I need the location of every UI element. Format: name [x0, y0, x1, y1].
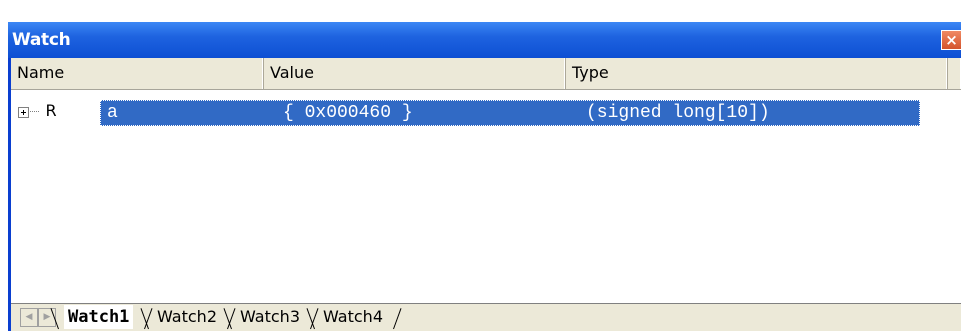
- column-header-filler: [948, 58, 961, 89]
- cell-value[interactable]: { 0x000460 }: [283, 102, 413, 124]
- column-header: Name Value Type: [11, 58, 961, 90]
- variable-kind-icon: R: [45, 101, 57, 120]
- arrow-right-icon: ▶: [43, 312, 51, 322]
- watch-list[interactable]: R a { 0x000460 } (signed long[10]): [11, 90, 961, 303]
- window-title: Watch: [12, 30, 71, 50]
- scroll-left-button[interactable]: ◀: [20, 308, 38, 327]
- tab-bar: ◀ ▶ Watch1 Watch2 Watch3 Watch4: [11, 303, 961, 331]
- arrow-left-icon: ◀: [25, 312, 33, 322]
- column-header-name[interactable]: Name: [11, 58, 264, 89]
- tree-connector: [30, 111, 39, 112]
- plus-box-icon[interactable]: [18, 107, 29, 118]
- title-bar[interactable]: Watch ×: [8, 22, 961, 58]
- tab-watch1[interactable]: Watch1: [64, 305, 134, 329]
- tab-watch2[interactable]: Watch2: [157, 305, 217, 329]
- cell-type: (signed long[10]): [586, 103, 770, 123]
- column-header-value[interactable]: Value: [264, 58, 566, 89]
- tab-watch4[interactable]: Watch4: [323, 305, 383, 329]
- cell-name[interactable]: a: [107, 102, 118, 124]
- close-button[interactable]: ×: [941, 30, 961, 50]
- close-icon: ×: [945, 31, 958, 49]
- column-header-type[interactable]: Type: [566, 58, 948, 89]
- row-selection-highlight: [100, 100, 920, 126]
- table-row[interactable]: R a { 0x000460 } (signed long[10]): [11, 100, 961, 126]
- tab-watch3[interactable]: Watch3: [240, 305, 300, 329]
- watch-window: Watch × Name Value Type R a { 0x000460 }…: [8, 22, 961, 331]
- tab-divider: [393, 308, 402, 330]
